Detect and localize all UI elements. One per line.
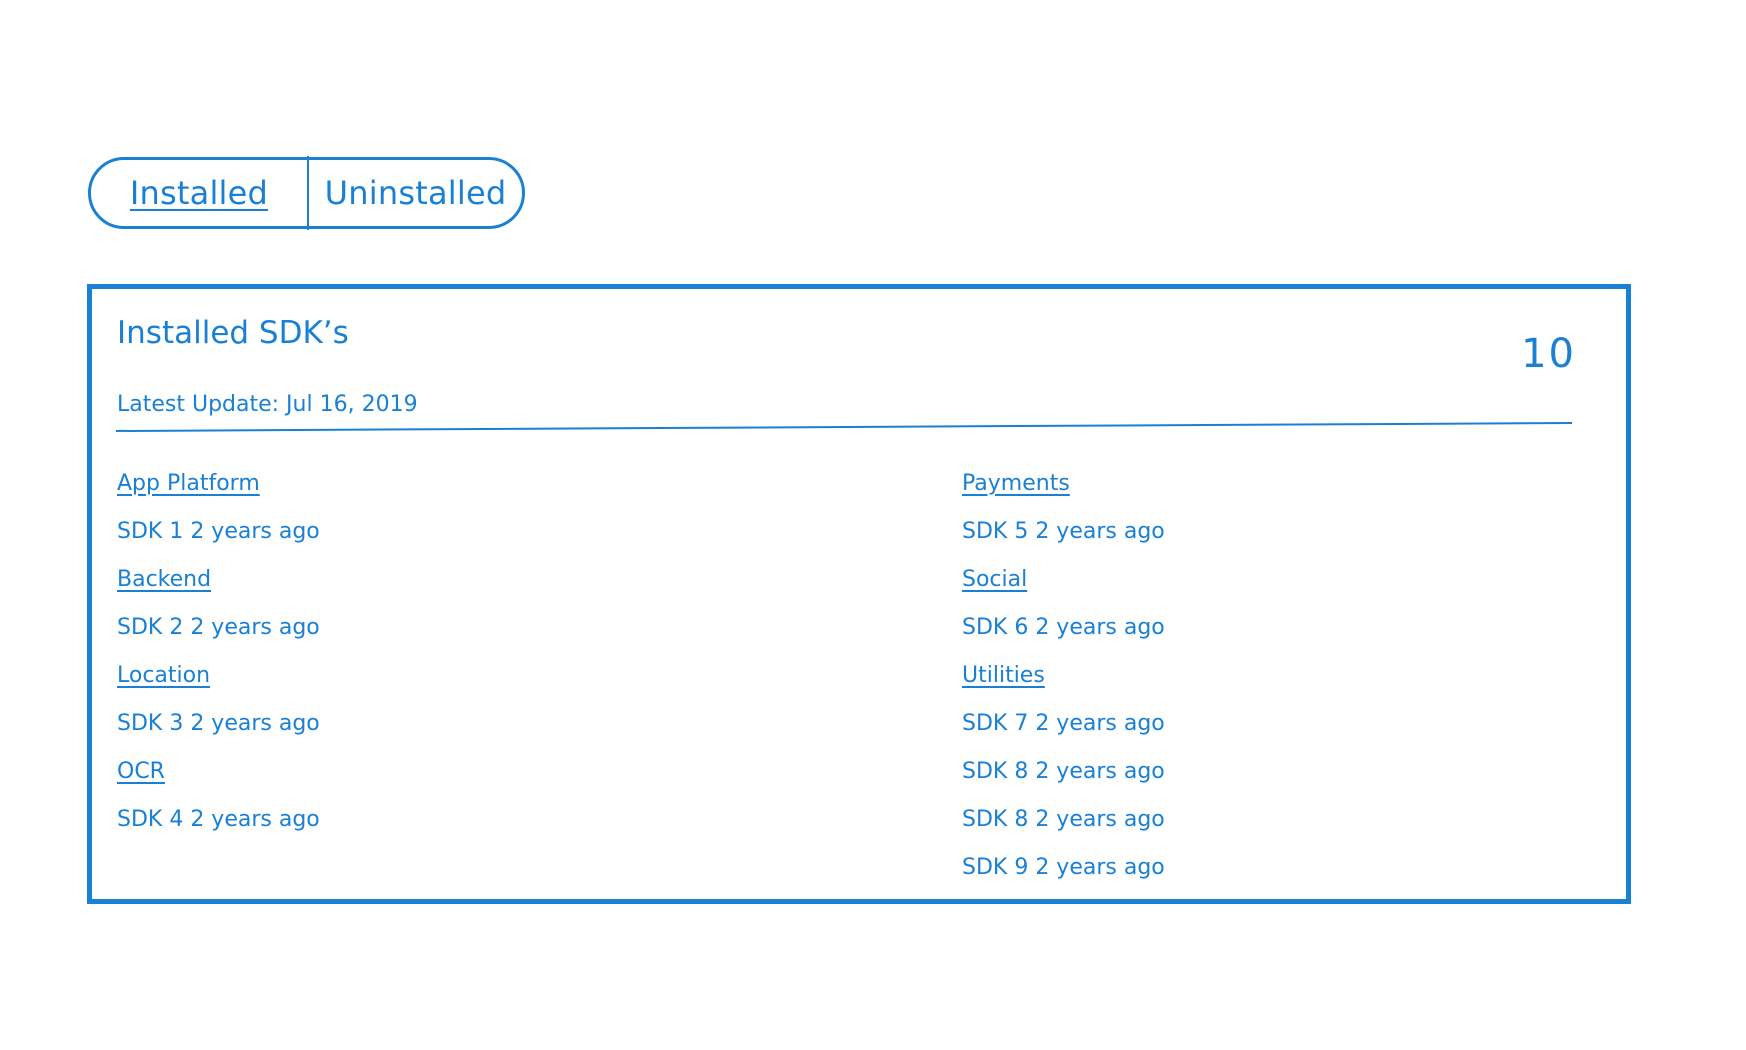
- category-link-utilities[interactable]: Utilities: [962, 651, 1165, 699]
- sdk-count: 10: [1521, 331, 1576, 377]
- category-label[interactable]: App Platform: [117, 471, 260, 496]
- card-title: Installed SDK’s: [117, 315, 349, 351]
- sdk-item: SDK 9 2 years ago: [962, 854, 1165, 880]
- sdk-item: SDK 6 2 years ago: [962, 614, 1165, 640]
- category-label[interactable]: Social: [962, 567, 1027, 592]
- category-label[interactable]: Utilities: [962, 663, 1045, 688]
- sdk-item: SDK 2 2 years ago: [117, 614, 320, 640]
- category-label[interactable]: Location: [117, 663, 210, 688]
- category-link-location[interactable]: Location: [117, 651, 320, 699]
- install-status-tabs: Installed Uninstalled: [88, 156, 525, 230]
- category-link-ocr[interactable]: OCR: [117, 747, 320, 795]
- latest-update: Latest Update: Jul 16, 2019: [117, 392, 418, 417]
- sdk-item: SDK 5 2 years ago: [962, 518, 1165, 544]
- category-label[interactable]: OCR: [117, 759, 165, 784]
- sdk-item: SDK 1 2 years ago: [117, 518, 320, 544]
- category-link-payments[interactable]: Payments: [962, 459, 1165, 507]
- tab-uninstalled[interactable]: Uninstalled: [309, 160, 522, 226]
- category-label[interactable]: Backend: [117, 567, 211, 592]
- sdk-item: SDK 8 2 years ago: [962, 758, 1165, 784]
- tab-installed[interactable]: Installed: [91, 160, 307, 226]
- category-link-app-platform[interactable]: App Platform: [117, 459, 320, 507]
- category-label[interactable]: Payments: [962, 471, 1070, 496]
- sdk-item: SDK 4 2 years ago: [117, 806, 320, 832]
- sdk-list-right: Payments SDK 5 2 years ago Social SDK 6 …: [962, 459, 1165, 891]
- sdk-item: SDK 3 2 years ago: [117, 710, 320, 736]
- category-link-social[interactable]: Social: [962, 555, 1165, 603]
- sdk-item: SDK 7 2 years ago: [962, 710, 1165, 736]
- sdk-list-left: App Platform SDK 1 2 years ago Backend S…: [117, 459, 320, 843]
- category-link-backend[interactable]: Backend: [117, 555, 320, 603]
- sdk-item: SDK 8 2 years ago: [962, 806, 1165, 832]
- header-divider: [115, 422, 1573, 432]
- installed-sdks-card: Installed SDK’s 10 Latest Update: Jul 16…: [87, 284, 1631, 904]
